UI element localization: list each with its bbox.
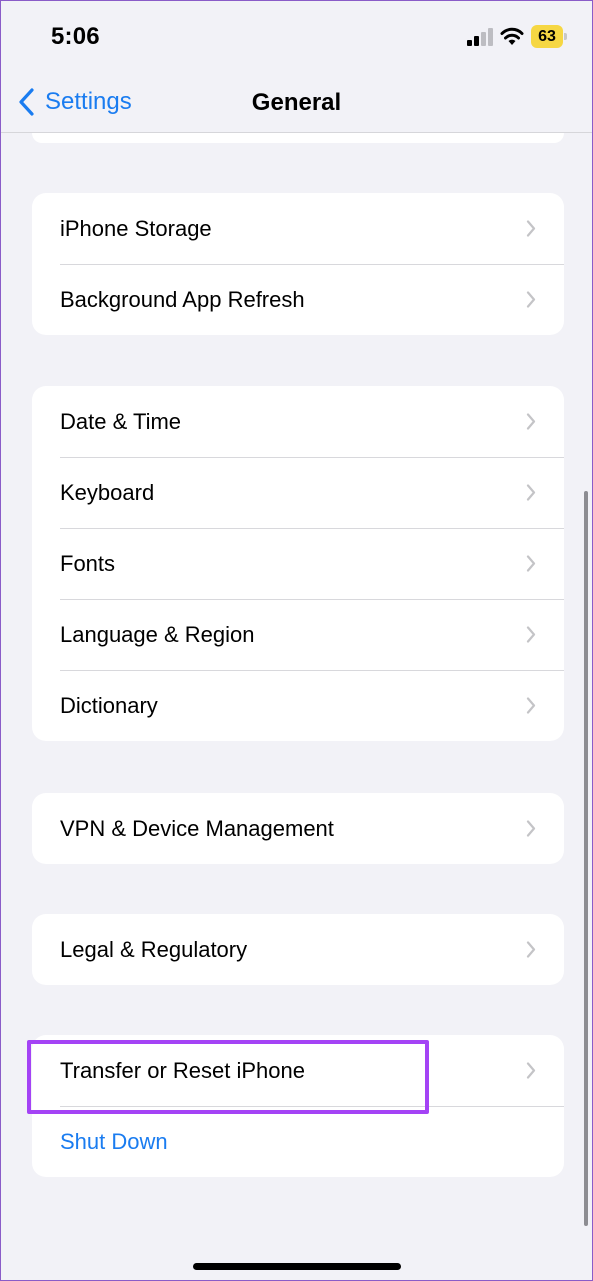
chevron-right-icon [526, 555, 536, 572]
row-label: iPhone Storage [60, 215, 212, 241]
battery-icon: 63 [531, 25, 567, 48]
chevron-right-icon [526, 413, 536, 430]
battery-level: 63 [531, 25, 563, 48]
row-fonts[interactable]: Fonts [32, 528, 564, 599]
chevron-right-icon [526, 484, 536, 501]
row-keyboard[interactable]: Keyboard [32, 457, 564, 528]
settings-group: iPhone Storage Background App Refresh [32, 193, 564, 335]
cellular-signal-icon [467, 28, 493, 46]
row-legal-regulatory[interactable]: Legal & Regulatory [32, 914, 564, 985]
row-vpn-device-management[interactable]: VPN & Device Management [32, 793, 564, 864]
chevron-right-icon [526, 697, 536, 714]
highlight-box [27, 1040, 429, 1114]
status-time: 5:06 [51, 23, 100, 50]
chevron-right-icon [526, 220, 536, 237]
previous-group-edge [32, 133, 564, 143]
row-date-time[interactable]: Date & Time [32, 386, 564, 457]
battery-tip [564, 33, 567, 40]
wifi-icon [500, 27, 524, 45]
row-iphone-storage[interactable]: iPhone Storage [32, 193, 564, 264]
status-bar: 5:06 63 [1, 1, 592, 71]
page-title: General [251, 89, 342, 116]
home-indicator[interactable] [193, 1263, 401, 1270]
shut-down-link: Shut Down [60, 1128, 168, 1154]
row-label: Legal & Regulatory [60, 936, 248, 962]
row-label: Language & Region [60, 621, 255, 647]
row-label: Background App Refresh [60, 286, 305, 312]
row-label: Dictionary [60, 692, 158, 718]
chevron-right-icon [526, 820, 536, 837]
settings-group: Legal & Regulatory [32, 914, 564, 985]
row-dictionary[interactable]: Dictionary [32, 670, 564, 741]
chevron-right-icon [526, 941, 536, 958]
chevron-right-icon [526, 1062, 536, 1079]
row-language-region[interactable]: Language & Region [32, 599, 564, 670]
row-label: Keyboard [60, 479, 155, 505]
settings-group: Date & Time Keyboard Fonts Language & Re… [32, 386, 564, 741]
settings-group: VPN & Device Management [32, 793, 564, 864]
navigation-bar: Settings General [1, 71, 592, 133]
chevron-right-icon [526, 626, 536, 643]
row-label: Fonts [60, 550, 116, 576]
row-label: Date & Time [60, 408, 182, 434]
chevron-right-icon [526, 291, 536, 308]
row-background-app-refresh[interactable]: Background App Refresh [32, 264, 564, 335]
scrollbar[interactable] [584, 491, 588, 1226]
row-label: VPN & Device Management [60, 815, 334, 841]
row-shut-down[interactable]: Shut Down [32, 1106, 564, 1177]
